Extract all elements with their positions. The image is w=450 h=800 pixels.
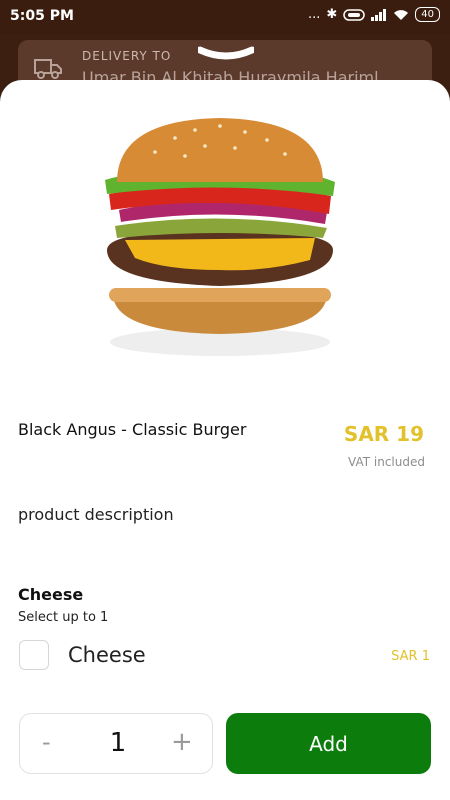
decrement-button[interactable]: - [42,728,51,756]
signal-icon [371,8,387,21]
status-icons: ... ✱ 40 [308,7,440,22]
add-button[interactable]: Add [226,713,431,774]
chevron-down-icon[interactable] [198,46,254,62]
increment-button[interactable]: + [171,727,193,757]
status-time: 5:05 PM [10,8,74,24]
option-item-name[interactable]: Cheese [68,643,146,667]
vat-note: VAT included [348,455,425,469]
quantity-stepper: - 1 + [19,713,213,774]
cheese-checkbox[interactable] [19,640,49,670]
product-description: product description [18,505,174,524]
more-dots-icon: ... [307,7,321,22]
status-bar: 5:05 PM ... ✱ 40 [0,0,450,34]
truck-icon [34,59,62,79]
product-price: SAR 19 [343,422,424,446]
product-name: Black Angus - Classic Burger [18,420,247,439]
option-group-title: Cheese [18,585,84,604]
burger-image [105,118,335,356]
delivery-label: DELIVERY TO [82,49,172,63]
vibrate-icon [343,8,366,21]
quantity-value: 1 [109,728,127,758]
add-button-label: Add [309,731,348,756]
wifi-icon [394,9,409,20]
bluetooth-icon: ✱ [326,7,338,22]
option-group-subtitle: Select up to 1 [18,610,109,625]
option-item-price: SAR 1 [391,649,430,664]
battery-icon: 40 [415,7,440,22]
